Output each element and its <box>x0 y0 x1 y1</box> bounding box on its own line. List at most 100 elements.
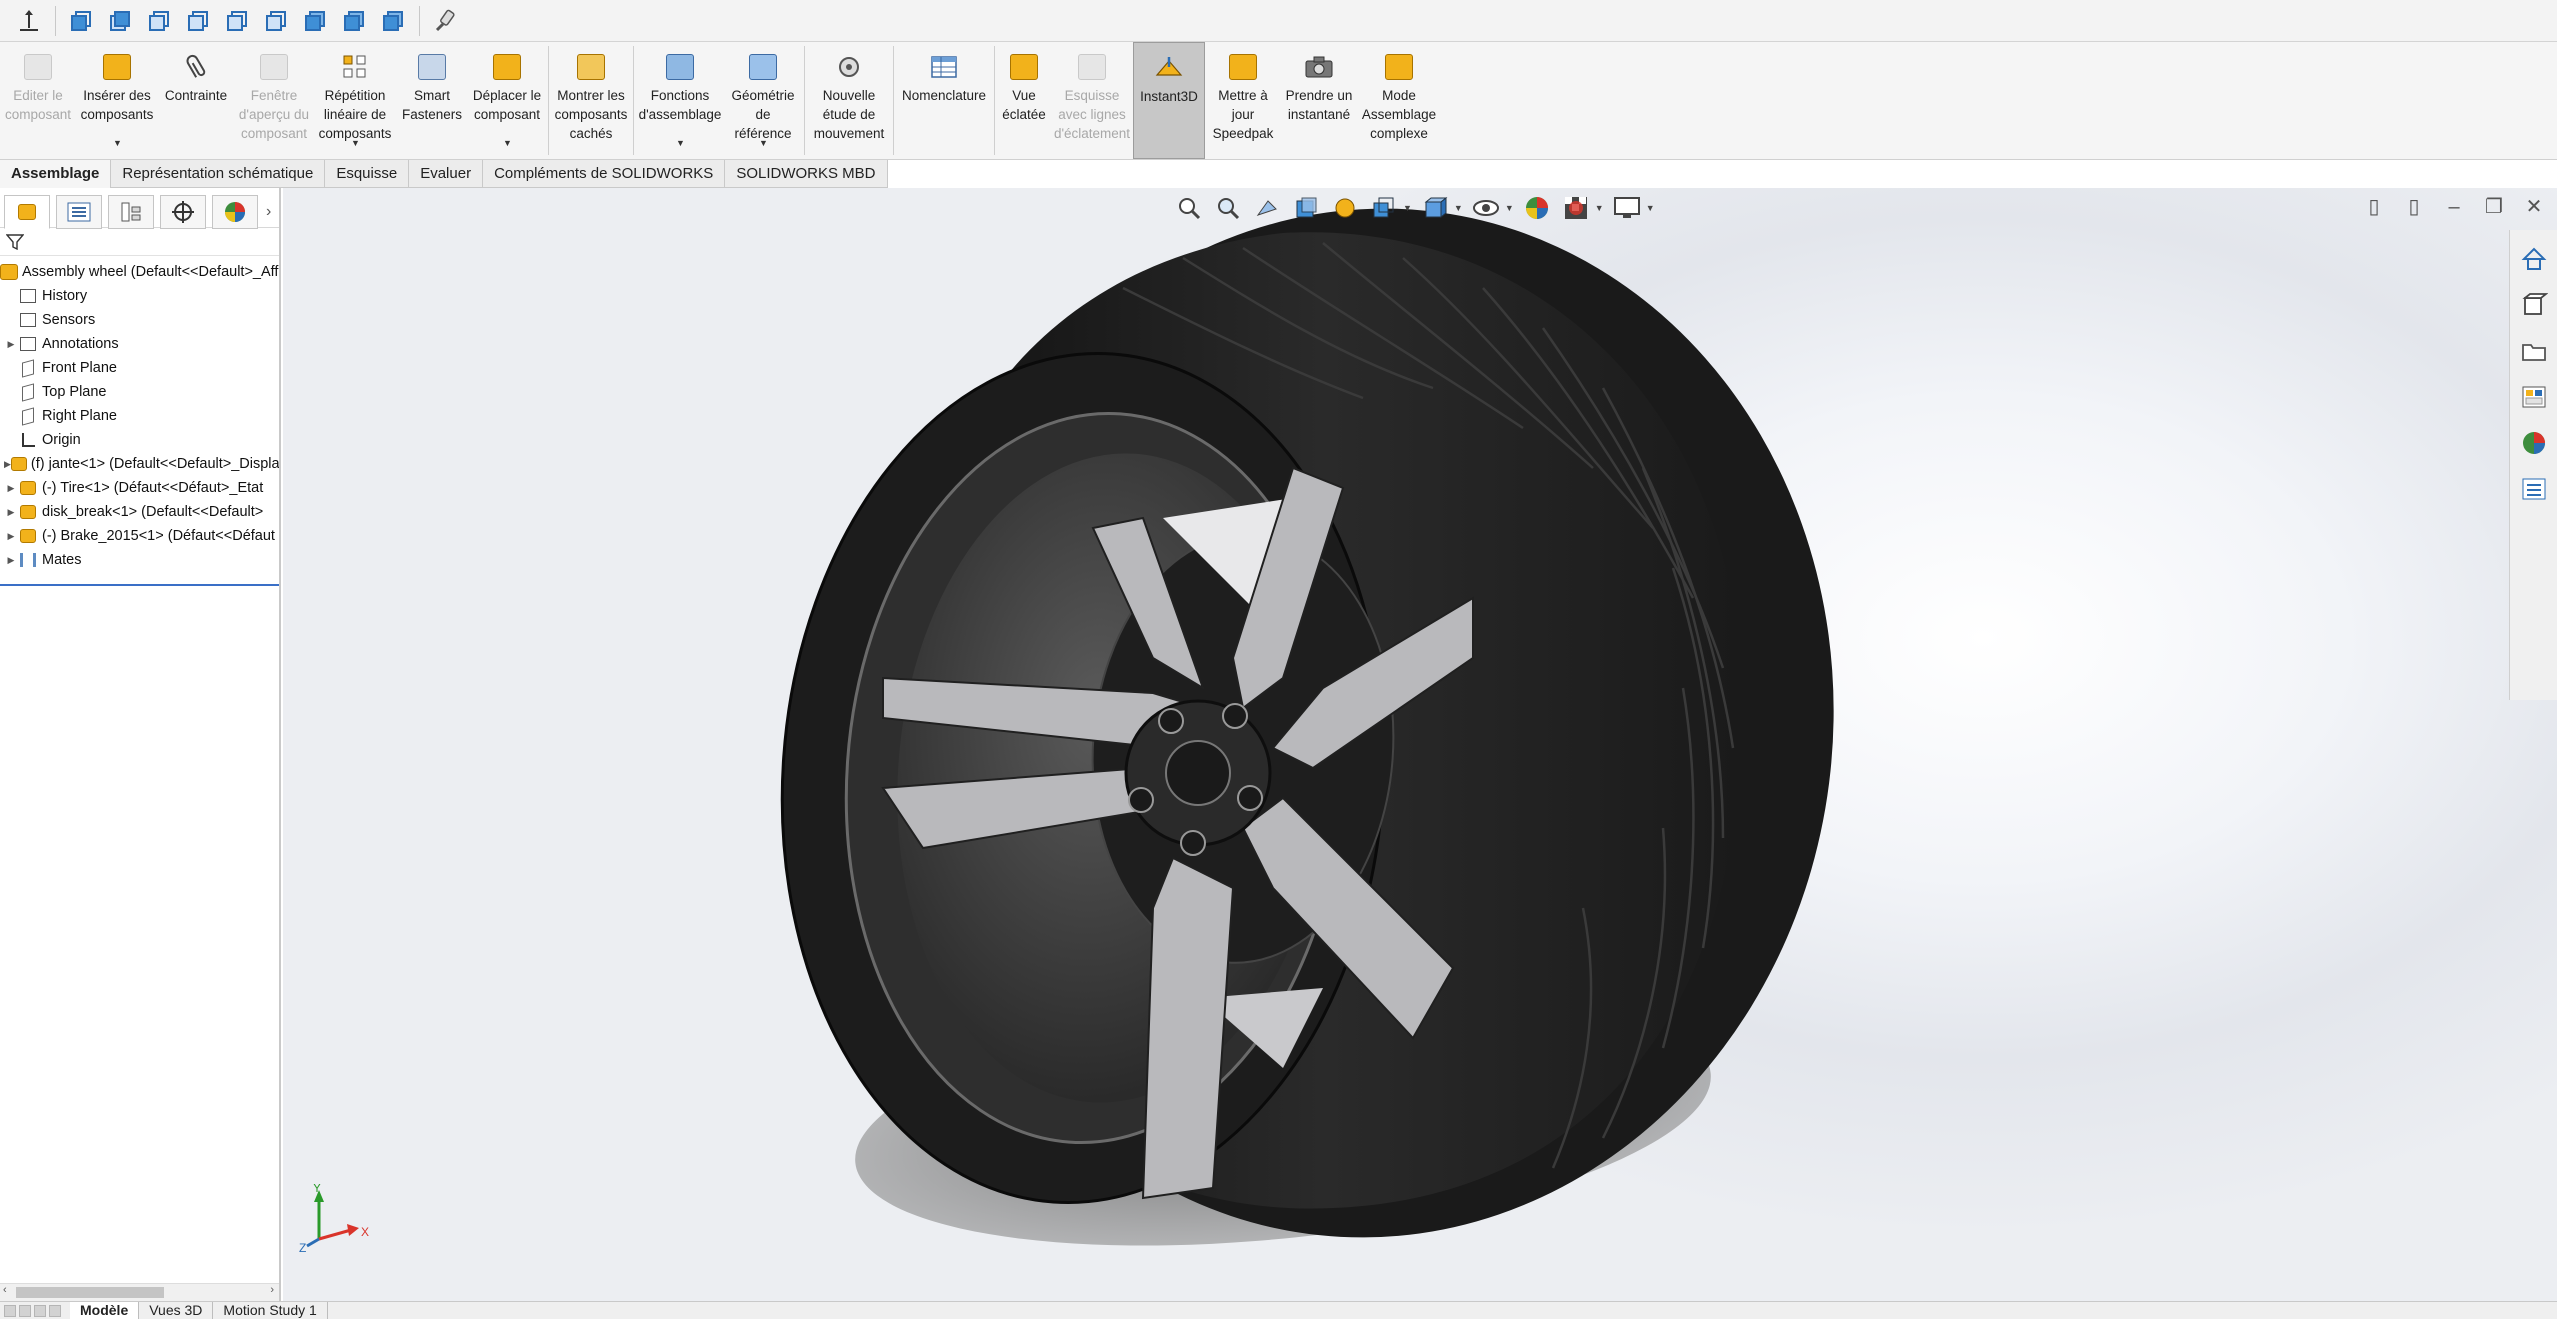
assembly-features-button[interactable]: Fonctions d'assemblage ▼ <box>636 42 724 159</box>
expand-arrow-icon[interactable]: ▶ <box>4 339 18 350</box>
tree-node[interactable]: ▶ (-) Brake_2015<1> (Défaut<<Défaut <box>0 524 279 548</box>
view-palette-icon[interactable] <box>2515 378 2553 416</box>
close-icon[interactable]: ✕ <box>2521 194 2547 220</box>
tab-complements[interactable]: Compléments de SOLIDWORKS <box>483 160 726 188</box>
tree-node[interactable]: ▶ Annotations <box>0 332 279 356</box>
appearances-icon[interactable] <box>2515 424 2553 462</box>
tab-esquisse[interactable]: Esquisse <box>325 160 410 188</box>
feature-manager-tab[interactable] <box>4 194 50 229</box>
instant3d-button[interactable]: Instant3D <box>1133 42 1205 159</box>
rollback-bar[interactable] <box>0 584 279 586</box>
tree-node[interactable]: History <box>0 284 279 308</box>
view-isometric-icon[interactable] <box>298 4 332 38</box>
expand-arrow-icon[interactable]: ▶ <box>4 483 18 494</box>
section-view-icon[interactable] <box>1290 192 1322 224</box>
smart-fasteners-button[interactable]: Smart Fasteners <box>396 42 468 159</box>
tree-filter[interactable] <box>0 228 279 256</box>
tab-navigation-arrows[interactable] <box>0 1302 70 1319</box>
flashlight-icon[interactable] <box>428 4 462 38</box>
tree-node[interactable]: Assembly wheel (Default<<Default>_Affich… <box>0 260 279 284</box>
view-top-icon[interactable] <box>220 4 254 38</box>
dropdown-arrow-icon[interactable]: ▼ <box>503 134 512 153</box>
dropdown-arrow-icon[interactable]: ▼ <box>759 134 768 153</box>
tree-node[interactable]: ▶ (-) Tire<1> (Défaut<<Défaut>_Etat <box>0 476 279 500</box>
design-library-icon[interactable] <box>2515 286 2553 324</box>
bom-button[interactable]: Nomenclature <box>896 42 992 159</box>
graphics-area[interactable]: ▼ ▼ ▼ ▼ ▼ ▯ ▯ – ❐ ✕ Y X Z <box>283 188 2557 1301</box>
view-settings-icon[interactable] <box>1611 192 1643 224</box>
dropdown-arrow-icon[interactable]: ▼ <box>113 134 122 153</box>
tree-node[interactable]: ▶ disk_break<1> (Default<<Default> <box>0 500 279 524</box>
property-manager-tab[interactable] <box>56 194 102 229</box>
tree-node[interactable]: Front Plane <box>0 356 279 380</box>
dropdown-arrow-icon[interactable]: ▼ <box>1403 203 1412 213</box>
tree-node[interactable]: Right Plane <box>0 404 279 428</box>
file-explorer-icon[interactable] <box>2515 332 2553 370</box>
view-right-icon[interactable] <box>181 4 215 38</box>
linear-pattern-button[interactable]: Répétition linéaire de composants ▼ <box>314 42 396 159</box>
nav-prev-icon[interactable] <box>19 1304 31 1317</box>
tree-node[interactable]: Sensors <box>0 308 279 332</box>
tree-node[interactable]: Origin <box>0 428 279 452</box>
view-dimetric-icon[interactable] <box>376 4 410 38</box>
view-front-icon[interactable] <box>64 4 98 38</box>
normal-to-icon[interactable] <box>12 4 46 38</box>
tab-vues-3d[interactable]: Vues 3D <box>139 1302 214 1319</box>
view-trimetric-icon[interactable] <box>337 4 371 38</box>
tree-node[interactable]: ▶ Mates <box>0 548 279 572</box>
large-assembly-mode-button[interactable]: Mode Assemblage complexe <box>1357 42 1441 159</box>
expand-arrow-icon[interactable]: ▶ <box>4 507 18 518</box>
show-hidden-components-button[interactable]: Montrer les composants cachés <box>551 42 631 159</box>
reference-geometry-button[interactable]: Géométrie de référence ▼ <box>724 42 802 159</box>
dimxpert-manager-tab[interactable] <box>160 194 206 229</box>
expand-arrow-icon[interactable]: ▶ <box>4 555 18 566</box>
mate-button[interactable]: Contrainte <box>158 42 234 159</box>
view-orientation-icon[interactable] <box>1368 192 1400 224</box>
scroll-right-icon[interactable]: › <box>270 1284 274 1296</box>
wheel-model[interactable] <box>283 188 2557 1301</box>
horizontal-scrollbar[interactable]: ‹ › <box>0 1283 279 1301</box>
zoom-to-fit-icon[interactable] <box>1173 192 1205 224</box>
tab-solidworks-mbd[interactable]: SOLIDWORKS MBD <box>725 160 888 188</box>
tree-node[interactable]: Top Plane <box>0 380 279 404</box>
component-preview-button[interactable]: Fenêtre d'aperçu du composant <box>234 42 314 159</box>
dropdown-arrow-icon[interactable]: ▼ <box>676 134 685 153</box>
dropdown-arrow-icon[interactable]: ▼ <box>1505 203 1514 213</box>
tab-assemblage[interactable]: Assemblage <box>0 160 112 188</box>
panel-expand-chevron-icon[interactable]: › <box>266 203 271 221</box>
hide-show-items-icon[interactable] <box>1470 192 1502 224</box>
nav-first-icon[interactable] <box>4 1304 16 1317</box>
sidebar-left-icon[interactable]: ▯ <box>2361 194 2387 220</box>
dynamic-annotation-icon[interactable] <box>1329 192 1361 224</box>
sidebar-right-icon[interactable]: ▯ <box>2401 194 2427 220</box>
dropdown-arrow-icon[interactable]: ▼ <box>1454 203 1463 213</box>
view-back-icon[interactable] <box>103 4 137 38</box>
custom-properties-icon[interactable] <box>2515 470 2553 508</box>
home-icon[interactable] <box>2515 240 2553 278</box>
expand-arrow-icon[interactable]: ▶ <box>4 459 11 470</box>
view-left-icon[interactable] <box>142 4 176 38</box>
tab-representation-schematique[interactable]: Représentation schématique <box>111 160 326 188</box>
apply-scene-icon[interactable] <box>1560 192 1592 224</box>
scrollbar-thumb[interactable] <box>16 1287 164 1298</box>
edit-component-button[interactable]: Editer le composant <box>0 42 76 159</box>
dropdown-arrow-icon[interactable]: ▼ <box>351 134 360 153</box>
tab-motion-study[interactable]: Motion Study 1 <box>213 1302 328 1319</box>
tab-modele[interactable]: Modèle <box>70 1302 140 1319</box>
move-component-button[interactable]: Déplacer le composant ▼ <box>468 42 546 159</box>
nav-last-icon[interactable] <box>49 1304 61 1317</box>
update-speedpak-button[interactable]: Mettre à jour Speedpak <box>1205 42 1281 159</box>
snapshot-button[interactable]: Prendre un instantané <box>1281 42 1357 159</box>
minimize-icon[interactable]: – <box>2441 194 2467 220</box>
tab-evaluer[interactable]: Evaluer <box>409 160 484 188</box>
exploded-view-button[interactable]: Vue éclatée <box>997 42 1051 159</box>
display-style-icon[interactable] <box>1419 192 1451 224</box>
previous-view-icon[interactable] <box>1251 192 1283 224</box>
configuration-manager-tab[interactable] <box>108 194 154 229</box>
dropdown-arrow-icon[interactable]: ▼ <box>1646 203 1655 213</box>
restore-icon[interactable]: ❐ <box>2481 194 2507 220</box>
insert-components-button[interactable]: Insérer des composants ▼ <box>76 42 158 159</box>
scroll-left-icon[interactable]: ‹ <box>3 1284 7 1296</box>
dropdown-arrow-icon[interactable]: ▼ <box>1595 203 1604 213</box>
display-manager-tab[interactable] <box>212 194 258 229</box>
